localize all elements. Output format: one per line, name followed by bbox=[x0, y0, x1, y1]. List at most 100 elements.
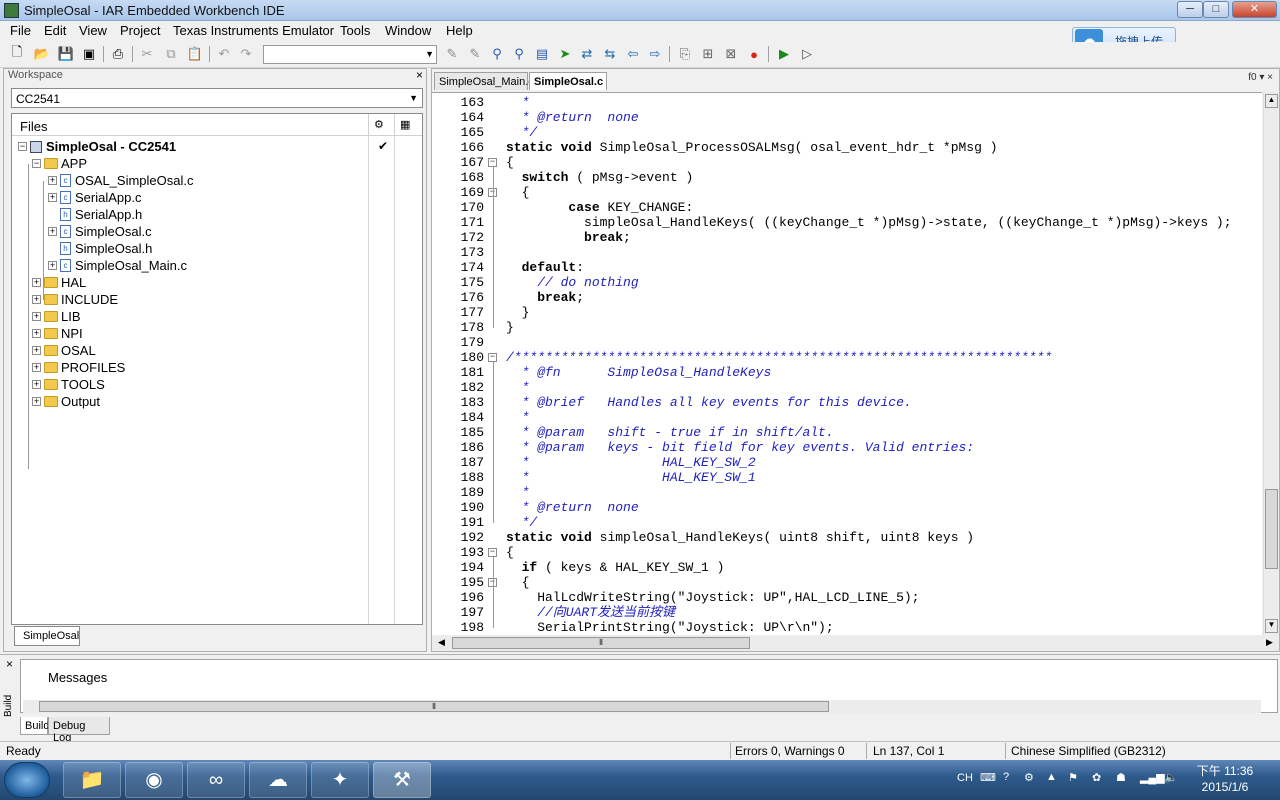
network-icon[interactable]: ▂▄▆ bbox=[1140, 771, 1165, 784]
app-taskbar-icon[interactable]: ✦ bbox=[311, 762, 369, 798]
tab-build[interactable]: Build bbox=[20, 717, 49, 735]
expand-icon[interactable]: + bbox=[32, 397, 41, 406]
download-debug-icon[interactable]: ▶ bbox=[775, 45, 793, 63]
expand-icon[interactable]: + bbox=[32, 346, 41, 355]
help-icon[interactable]: ? bbox=[1003, 771, 1009, 783]
expand-icon[interactable]: + bbox=[48, 193, 57, 202]
scroll-down-icon[interactable]: ▼ bbox=[1265, 619, 1278, 633]
start-button[interactable] bbox=[4, 762, 50, 798]
scroll-thumb[interactable]: ⦀ bbox=[39, 701, 829, 712]
menu-view[interactable]: View bbox=[79, 23, 107, 38]
paste-icon[interactable]: 📋 bbox=[186, 45, 204, 63]
clock[interactable]: 下午 11:36 2015/1/6 bbox=[1190, 763, 1260, 795]
collapse-icon[interactable]: − bbox=[18, 142, 27, 151]
tree-folder-app[interactable]: − APP bbox=[32, 155, 87, 172]
iar-taskbar-icon[interactable]: ⚒ bbox=[373, 762, 431, 798]
workspace-tab-simpleosal[interactable]: SimpleOsal bbox=[14, 626, 80, 646]
next-bookmark-icon[interactable]: ⇄ bbox=[578, 45, 596, 63]
close-icon[interactable]: × bbox=[416, 68, 423, 82]
expand-icon[interactable]: + bbox=[48, 227, 57, 236]
collapse-icon[interactable]: − bbox=[32, 159, 41, 168]
tab-debug-log[interactable]: Debug Log bbox=[48, 717, 110, 744]
find-combo[interactable]: ▼ bbox=[263, 45, 437, 64]
stop-build-icon[interactable]: ⊠ bbox=[722, 45, 740, 63]
bookmark-icon[interactable]: ➤ bbox=[556, 45, 574, 63]
menu-help[interactable]: Help bbox=[446, 23, 473, 38]
tree-file[interactable]: + c SerialApp.c bbox=[48, 189, 141, 206]
cut-icon[interactable]: ✂ bbox=[138, 45, 156, 63]
explorer-taskbar-icon[interactable]: 📁 bbox=[63, 762, 121, 798]
scroll-right-icon[interactable]: ▶ bbox=[1266, 637, 1273, 648]
undo-icon[interactable]: ↶ bbox=[215, 45, 233, 63]
find-icon[interactable]: ✎ bbox=[443, 45, 461, 63]
baidu-cloud-taskbar-icon[interactable]: ☁ bbox=[249, 762, 307, 798]
prev-bookmark-icon[interactable]: ⇆ bbox=[601, 45, 619, 63]
scroll-thumb[interactable] bbox=[1265, 489, 1278, 569]
redo-icon[interactable]: ↷ bbox=[237, 45, 255, 63]
open-folder-icon[interactable]: 📂 bbox=[33, 45, 51, 63]
tree-file[interactable]: + c SimpleOsal.c bbox=[48, 223, 152, 240]
messages-list[interactable]: Messages ⦀ bbox=[20, 659, 1278, 713]
fold-marker-icon[interactable]: − bbox=[488, 353, 497, 362]
scroll-left-icon[interactable]: ◀ bbox=[438, 637, 445, 648]
build-status-column-icon[interactable]: ⚙ bbox=[374, 118, 384, 131]
menu-project[interactable]: Project bbox=[120, 23, 160, 38]
action-center-icon[interactable]: ⚑ bbox=[1068, 771, 1078, 784]
horizontal-scrollbar[interactable]: ◀ ⦀ ▶ bbox=[432, 635, 1279, 651]
expand-icon[interactable]: + bbox=[32, 329, 41, 338]
settings-icon[interactable]: ⚙ bbox=[1024, 771, 1034, 784]
keyboard-icon[interactable]: ⌨ bbox=[980, 771, 996, 784]
tree-folder[interactable]: + Output bbox=[32, 393, 100, 410]
expand-icon[interactable]: + bbox=[32, 278, 41, 287]
visual-studio-taskbar-icon[interactable]: ∞ bbox=[187, 762, 245, 798]
device-tray-icon[interactable]: ☗ bbox=[1116, 771, 1126, 784]
menu-window[interactable]: Window bbox=[385, 23, 431, 38]
new-file-icon[interactable]: 🗋 bbox=[8, 44, 26, 63]
find-next-icon[interactable]: ✎ bbox=[466, 45, 484, 63]
output-column-icon[interactable]: ▦ bbox=[400, 118, 410, 131]
function-nav-dropdown[interactable]: f0 ▾ × bbox=[1248, 72, 1273, 83]
tree-file[interactable]: + c OSAL_SimpleOsal.c bbox=[48, 172, 194, 189]
expand-icon[interactable]: + bbox=[32, 295, 41, 304]
menu-edit[interactable]: Edit bbox=[44, 23, 66, 38]
expand-icon[interactable]: + bbox=[32, 363, 41, 372]
save-icon[interactable]: 💾 bbox=[57, 45, 75, 63]
tree-file[interactable]: h SimpleOsal.h bbox=[60, 240, 152, 257]
make-icon[interactable]: ⊞ bbox=[699, 45, 717, 63]
tree-file[interactable]: + c SimpleOsal_Main.c bbox=[48, 257, 187, 274]
menu-ti-emulator[interactable]: Texas Instruments Emulator bbox=[173, 23, 334, 38]
vertical-scrollbar[interactable]: ▲ ▼ bbox=[1263, 92, 1279, 635]
input-language[interactable]: CH bbox=[957, 772, 973, 784]
chrome-taskbar-icon[interactable]: ◉ bbox=[125, 762, 183, 798]
scroll-thumb[interactable]: ⦀ bbox=[452, 637, 750, 649]
menu-file[interactable]: File bbox=[10, 23, 31, 38]
save-all-icon[interactable]: ▣ bbox=[80, 45, 98, 63]
tree-folder[interactable]: + HAL bbox=[32, 274, 86, 291]
navigate-forward-icon[interactable]: ⇨ bbox=[646, 45, 664, 63]
tree-folder[interactable]: + NPI bbox=[32, 325, 83, 342]
print-icon[interactable]: ⎙ bbox=[109, 45, 127, 63]
find-in-files-icon[interactable]: ⚲ bbox=[488, 45, 506, 63]
tree-file[interactable]: h SerialApp.h bbox=[60, 206, 142, 223]
chevron-up-icon[interactable]: ▲ bbox=[1046, 771, 1057, 783]
code-area[interactable]: 163 * 164 * @return none 165 */ 166 static v… bbox=[432, 92, 1262, 635]
tab-simpleosal[interactable]: SimpleOsal.c bbox=[529, 72, 607, 90]
compile-icon[interactable]: ⎘ bbox=[676, 45, 694, 63]
expand-icon[interactable]: + bbox=[48, 176, 57, 185]
configuration-select[interactable]: CC2541 ▼ bbox=[11, 88, 423, 108]
close-button[interactable]: ✕ bbox=[1232, 1, 1277, 18]
expand-icon[interactable]: + bbox=[32, 380, 41, 389]
breakpoint-icon[interactable]: ● bbox=[745, 45, 763, 63]
fold-marker-icon[interactable]: − bbox=[488, 158, 497, 167]
close-icon[interactable]: × bbox=[6, 657, 13, 671]
tree-folder[interactable]: + TOOLS bbox=[32, 376, 105, 393]
tree-folder[interactable]: + PROFILES bbox=[32, 359, 125, 376]
navigate-back-icon[interactable]: ⇦ bbox=[624, 45, 642, 63]
tree-project-root[interactable]: − SimpleOsal - CC2541 bbox=[18, 138, 176, 155]
scroll-up-icon[interactable]: ▲ bbox=[1265, 94, 1278, 108]
volume-icon[interactable]: 🔈 bbox=[1164, 771, 1178, 784]
tab-simpleosal-main[interactable]: SimpleOsal_Main.c bbox=[434, 72, 534, 90]
fold-marker-icon[interactable]: − bbox=[488, 548, 497, 557]
tree-folder[interactable]: + LIB bbox=[32, 308, 81, 325]
tree-folder[interactable]: + OSAL bbox=[32, 342, 96, 359]
